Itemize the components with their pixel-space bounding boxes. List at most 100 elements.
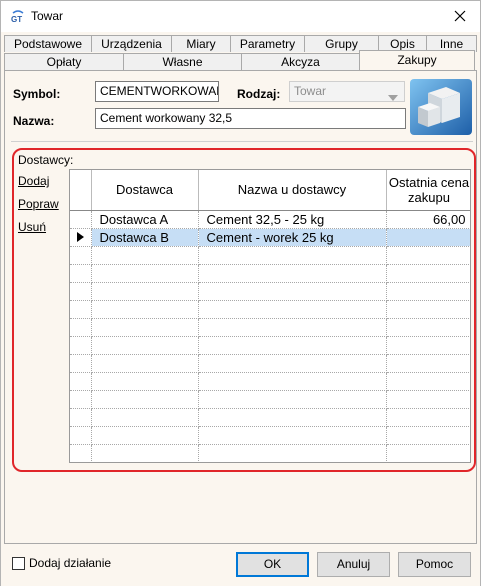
tab-row-2: Opłaty Własne Akcyza Zakupy: [4, 50, 475, 70]
empty-table-row[interactable]: [70, 354, 470, 373]
row-indicator-header: [70, 170, 92, 211]
nazwa-field[interactable]: Cement workowany 32,5: [95, 108, 406, 129]
empty-cell: [70, 444, 92, 462]
empty-cell: [386, 318, 470, 337]
row-indicator-cell: [70, 228, 92, 247]
current-row-arrow-icon: [76, 231, 84, 242]
empty-cell: [91, 264, 199, 283]
empty-cell: [70, 354, 92, 373]
tab-akcyza[interactable]: Akcyza: [241, 53, 360, 70]
empty-cell: [91, 408, 199, 427]
rodzaj-select[interactable]: Towar: [289, 81, 405, 102]
empty-table-row[interactable]: [70, 282, 470, 301]
suppliers-table[interactable]: Dostawca Nazwa u dostawcy Ostatnia cena …: [69, 169, 471, 463]
empty-cell: [198, 390, 387, 409]
cell-cena[interactable]: [386, 228, 470, 247]
nazwa-label: Nazwa:: [13, 114, 55, 128]
edit-supplier-link[interactable]: Popraw: [18, 197, 59, 211]
tab-zakupy[interactable]: Zakupy: [359, 50, 475, 70]
suppliers-label: Dostawcy:: [18, 153, 74, 167]
empty-cell: [70, 300, 92, 319]
empty-cell: [386, 390, 470, 409]
tab-miary[interactable]: Miary: [171, 35, 231, 52]
title-bar: GT Towar: [1, 1, 480, 32]
empty-cell: [91, 282, 199, 301]
add-action-checkbox[interactable]: [12, 557, 25, 570]
symbol-field[interactable]: CEMENTWORKOWANY: [95, 81, 219, 102]
product-image: [410, 79, 472, 135]
empty-table-row[interactable]: [70, 390, 470, 409]
empty-cell: [70, 264, 92, 283]
empty-table-row[interactable]: [70, 408, 470, 427]
empty-cell: [386, 246, 470, 265]
empty-cell: [91, 246, 199, 265]
column-header-dostawca[interactable]: Dostawca: [91, 170, 199, 211]
empty-cell: [198, 264, 387, 283]
ok-button[interactable]: OK: [236, 552, 309, 577]
row-indicator-cell: [70, 210, 92, 229]
empty-table-row[interactable]: [70, 426, 470, 445]
tab-podstawowe[interactable]: Podstawowe: [4, 35, 92, 52]
empty-cell: [198, 426, 387, 445]
empty-table-row[interactable]: [70, 264, 470, 283]
cell-nazwa[interactable]: Cement 32,5 - 25 kg: [198, 210, 387, 229]
svg-text:GT: GT: [11, 15, 22, 23]
empty-cell: [198, 408, 387, 427]
empty-cell: [70, 246, 92, 265]
column-header-cena[interactable]: Ostatnia cena zakupu: [386, 170, 470, 211]
empty-cell: [70, 408, 92, 427]
tab-oplaty[interactable]: Opłaty: [4, 53, 124, 70]
empty-cell: [198, 300, 387, 319]
column-header-nazwa[interactable]: Nazwa u dostawcy: [198, 170, 387, 211]
separator: [11, 141, 473, 142]
tab-urzadzenia[interactable]: Urządzenia: [91, 35, 172, 52]
empty-table-row[interactable]: [70, 246, 470, 265]
empty-cell: [91, 444, 199, 462]
empty-cell: [198, 246, 387, 265]
rodzaj-label: Rodzaj:: [237, 87, 281, 101]
empty-cell: [91, 318, 199, 337]
table-row[interactable]: Dostawca B Cement - worek 25 kg: [70, 228, 470, 247]
empty-cell: [91, 426, 199, 445]
table-row[interactable]: Dostawca A Cement 32,5 - 25 kg 66,00: [70, 210, 470, 229]
delete-supplier-link[interactable]: Usuń: [18, 220, 46, 234]
help-button[interactable]: Pomoc: [398, 552, 471, 577]
empty-table-row[interactable]: [70, 318, 470, 337]
tab-parametry[interactable]: Parametry: [230, 35, 305, 52]
empty-cell: [386, 264, 470, 283]
add-supplier-link[interactable]: Dodaj: [18, 174, 49, 188]
empty-cell: [386, 408, 470, 427]
empty-cell: [386, 444, 470, 462]
cancel-button[interactable]: Anuluj: [317, 552, 390, 577]
empty-cell: [386, 282, 470, 301]
cell-nazwa[interactable]: Cement - worek 25 kg: [198, 228, 387, 247]
empty-cell: [198, 372, 387, 391]
empty-cell: [198, 336, 387, 355]
empty-cell: [198, 282, 387, 301]
chevron-down-icon: [388, 88, 398, 107]
empty-table-row[interactable]: [70, 372, 470, 391]
empty-cell: [91, 372, 199, 391]
tab-wlasne[interactable]: Własne: [123, 53, 242, 70]
empty-table-row[interactable]: [70, 444, 470, 462]
empty-cell: [198, 354, 387, 373]
empty-cell: [91, 354, 199, 373]
empty-cell: [70, 390, 92, 409]
empty-cell: [91, 390, 199, 409]
close-icon[interactable]: [448, 4, 472, 28]
empty-cell: [198, 444, 387, 462]
cell-cena[interactable]: 66,00: [386, 210, 470, 229]
empty-cell: [91, 336, 199, 355]
empty-cell: [386, 336, 470, 355]
empty-cell: [386, 300, 470, 319]
empty-cell: [70, 426, 92, 445]
cell-dostawca[interactable]: Dostawca A: [91, 210, 199, 229]
empty-cell: [70, 282, 92, 301]
empty-table-row[interactable]: [70, 300, 470, 319]
empty-cell: [198, 318, 387, 337]
window-title: Towar: [31, 9, 64, 23]
symbol-label: Symbol:: [13, 87, 61, 101]
cell-dostawca[interactable]: Dostawca B: [91, 228, 199, 247]
table-header-row: Dostawca Nazwa u dostawcy Ostatnia cena …: [70, 170, 470, 211]
empty-table-row[interactable]: [70, 336, 470, 355]
